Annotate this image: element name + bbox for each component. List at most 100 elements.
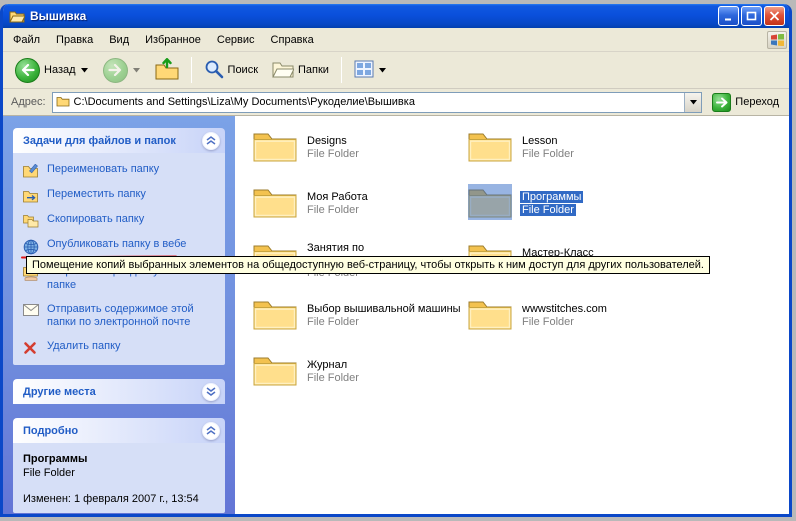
up-button[interactable] — [149, 55, 185, 86]
chevron-up-icon[interactable] — [202, 132, 220, 150]
file-item-3[interactable]: ПрограммыFile Folder — [468, 184, 678, 240]
publish-tooltip: Помещение копий выбранных элементов на о… — [26, 256, 710, 274]
details-panel-header[interactable]: Подробно — [13, 418, 225, 443]
task-item-2[interactable]: Скопировать папку — [23, 213, 217, 228]
menu-item-4[interactable]: Сервис — [209, 31, 263, 49]
task-item-0[interactable]: Переименовать папку — [23, 163, 217, 178]
file-name: wwwstitches.com — [520, 303, 609, 315]
details-type: File Folder — [23, 467, 217, 479]
folders-button[interactable]: Папки — [266, 55, 335, 86]
details-panel-title: Подробно — [23, 425, 78, 437]
go-label: Переход — [735, 96, 779, 108]
folder-icon — [468, 128, 512, 164]
file-item-6[interactable]: Выбор вышивальной машиныFile Folder — [253, 296, 463, 352]
forward-dropdown-arrow[interactable] — [132, 68, 141, 73]
folders-label: Папки — [298, 64, 329, 76]
titlebar[interactable]: Вышивка — [3, 4, 789, 28]
menu-item-0[interactable]: Файл — [5, 31, 48, 49]
folder-icon — [468, 296, 512, 332]
file-item-2[interactable]: Моя РаботаFile Folder — [253, 184, 463, 240]
toolbar-separator — [191, 57, 192, 83]
other-places-header[interactable]: Другие места — [13, 379, 225, 404]
menu-item-3[interactable]: Избранное — [137, 31, 209, 49]
sidebar: Задачи для файлов и папок Переименовать … — [3, 116, 235, 514]
forward-button[interactable] — [97, 55, 147, 86]
file-name: Lesson — [520, 135, 576, 147]
toolbar-separator — [341, 57, 342, 83]
address-input[interactable]: C:\Documents and Settings\Liza\My Docume… — [74, 96, 681, 108]
file-item-1[interactable]: LessonFile Folder — [468, 128, 678, 184]
file-item-0[interactable]: DesignsFile Folder — [253, 128, 463, 184]
back-dropdown-arrow[interactable] — [80, 68, 89, 73]
file-list: DesignsFile FolderLessonFile FolderМоя Р… — [235, 116, 789, 514]
task-label[interactable]: Переименовать папку — [47, 163, 159, 177]
menubar-items: ФайлПравкаВидИзбранноеСервисСправка — [5, 31, 322, 49]
menu-item-1[interactable]: Правка — [48, 31, 101, 49]
publish-icon — [23, 238, 40, 255]
minimize-button[interactable] — [718, 6, 739, 26]
address-label: Адрес: — [11, 96, 46, 108]
task-label[interactable]: Скопировать папку — [47, 213, 144, 227]
views-button[interactable] — [348, 55, 393, 86]
folders-icon — [272, 60, 294, 81]
chevron-down-icon[interactable] — [202, 383, 220, 401]
task-item-6[interactable]: Удалить папку — [23, 340, 217, 355]
explorer-window: Вышивка ФайлПравкаВидИзбранноеСервисСпра… — [0, 4, 792, 517]
address-dropdown-button[interactable] — [684, 93, 701, 112]
file-item-7[interactable]: wwwstitches.comFile Folder — [468, 296, 678, 352]
search-button[interactable]: Поиск — [198, 55, 264, 86]
task-label[interactable]: Отправить содержимое этой папки по элект… — [47, 303, 217, 331]
file-name: Программы — [520, 191, 583, 203]
go-icon — [712, 93, 731, 112]
menu-item-5[interactable]: Справка — [263, 31, 322, 49]
window-folder-icon — [9, 9, 25, 24]
rename-icon — [23, 163, 40, 178]
address-folder-icon — [56, 95, 70, 110]
tasks-panel-header[interactable]: Задачи для файлов и папок — [13, 128, 225, 153]
file-name: Моя Работа — [305, 191, 370, 203]
tasks-panel-title: Задачи для файлов и папок — [23, 135, 176, 147]
folder-icon — [253, 184, 297, 220]
windows-logo-icon — [767, 31, 787, 49]
views-dropdown-arrow[interactable] — [378, 68, 387, 73]
task-item-1[interactable]: Переместить папку — [23, 188, 217, 203]
window-title: Вышивка — [30, 9, 713, 23]
folder-icon — [253, 352, 297, 388]
menu-item-2[interactable]: Вид — [101, 31, 137, 49]
file-type: File Folder — [305, 204, 370, 216]
task-label[interactable]: Переместить папку — [47, 188, 146, 202]
task-item-5[interactable]: Отправить содержимое этой папки по элект… — [23, 303, 217, 331]
copy-icon — [23, 213, 40, 228]
other-places-title: Другие места — [23, 386, 96, 398]
address-combo[interactable]: C:\Documents and Settings\Liza\My Docume… — [52, 92, 703, 113]
chevron-up-icon[interactable] — [202, 422, 220, 440]
details-name: Программы — [23, 453, 217, 465]
task-label[interactable]: Опубликовать папку в вебе — [47, 238, 186, 252]
addressbar: Адрес: C:\Documents and Settings\Liza\My… — [3, 89, 789, 116]
file-type: File Folder — [305, 148, 361, 160]
search-label: Поиск — [228, 64, 258, 76]
toolbar: Назад Поиск Папки — [3, 52, 789, 89]
file-name: Designs — [305, 135, 361, 147]
go-button[interactable]: Переход — [708, 91, 783, 114]
move-icon — [23, 188, 40, 203]
up-folder-icon — [155, 58, 179, 83]
folder-icon — [253, 296, 297, 332]
file-type: File Folder — [520, 148, 576, 160]
menubar: ФайлПравкаВидИзбранноеСервисСправка — [3, 28, 789, 52]
delete-icon — [23, 340, 40, 355]
views-icon — [354, 60, 374, 81]
details-panel: Подробно Программы File Folder Изменен: … — [13, 418, 225, 513]
file-type: File Folder — [520, 316, 609, 328]
close-button[interactable] — [764, 6, 785, 26]
task-item-3[interactable]: Опубликовать папку в вебе — [23, 238, 217, 255]
file-name: Журнал — [305, 359, 361, 371]
forward-icon — [103, 58, 128, 83]
file-item-8[interactable]: ЖурналFile Folder — [253, 352, 463, 408]
maximize-button[interactable] — [741, 6, 762, 26]
file-name: Выбор вышивальной машины — [305, 303, 463, 315]
task-label[interactable]: Удалить папку — [47, 340, 121, 354]
back-button[interactable]: Назад — [9, 55, 95, 86]
other-places-panel: Другие места — [13, 379, 225, 404]
folder-icon — [468, 184, 512, 220]
